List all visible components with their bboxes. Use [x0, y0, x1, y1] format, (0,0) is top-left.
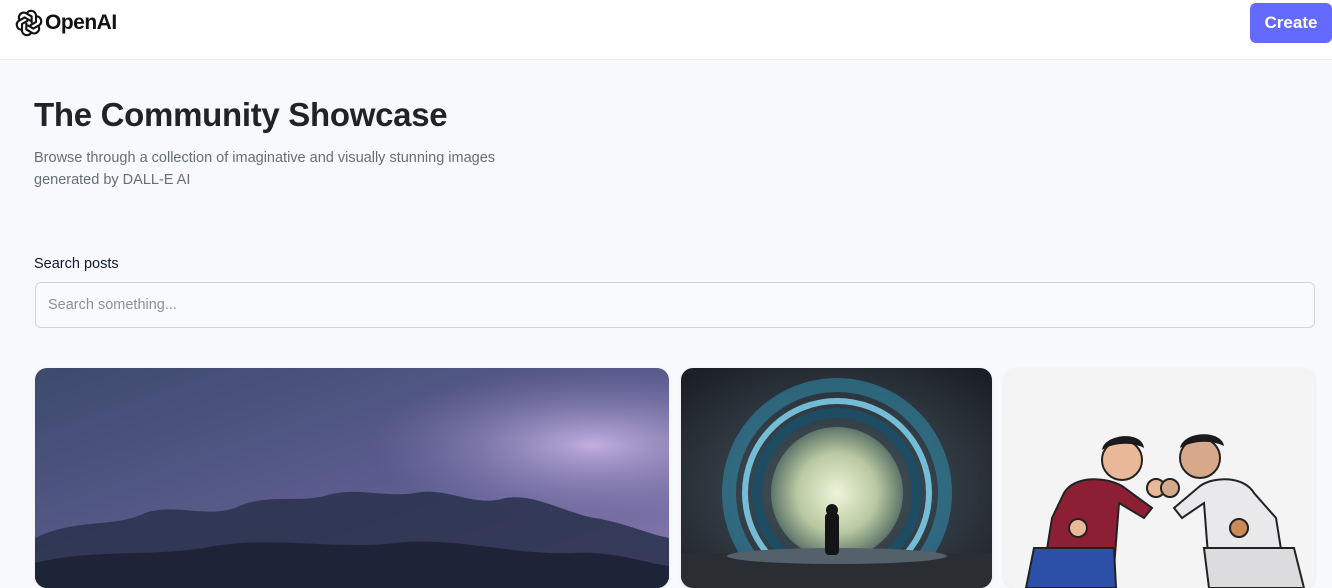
logo-text: OpenAI	[45, 11, 117, 34]
page-subtitle: Browse through a collection of imaginati…	[34, 150, 496, 188]
openai-logo-icon	[15, 9, 43, 37]
page-title: The Community Showcase	[34, 96, 448, 133]
openai-logo-link[interactable]: OpenAI	[15, 9, 117, 37]
gallery-card-portal[interactable]	[681, 368, 992, 588]
top-navbar: OpenAI Create	[0, 0, 1332, 60]
search-input[interactable]	[35, 282, 1315, 328]
gallery-card-fighters[interactable]	[1004, 368, 1315, 588]
fighters-image	[1004, 368, 1315, 588]
create-button[interactable]: Create	[1250, 3, 1332, 43]
storm-sky-image	[35, 368, 669, 588]
search-label: Search posts	[34, 256, 119, 272]
gallery-card-storm[interactable]	[35, 368, 669, 588]
portal-image	[681, 368, 992, 588]
